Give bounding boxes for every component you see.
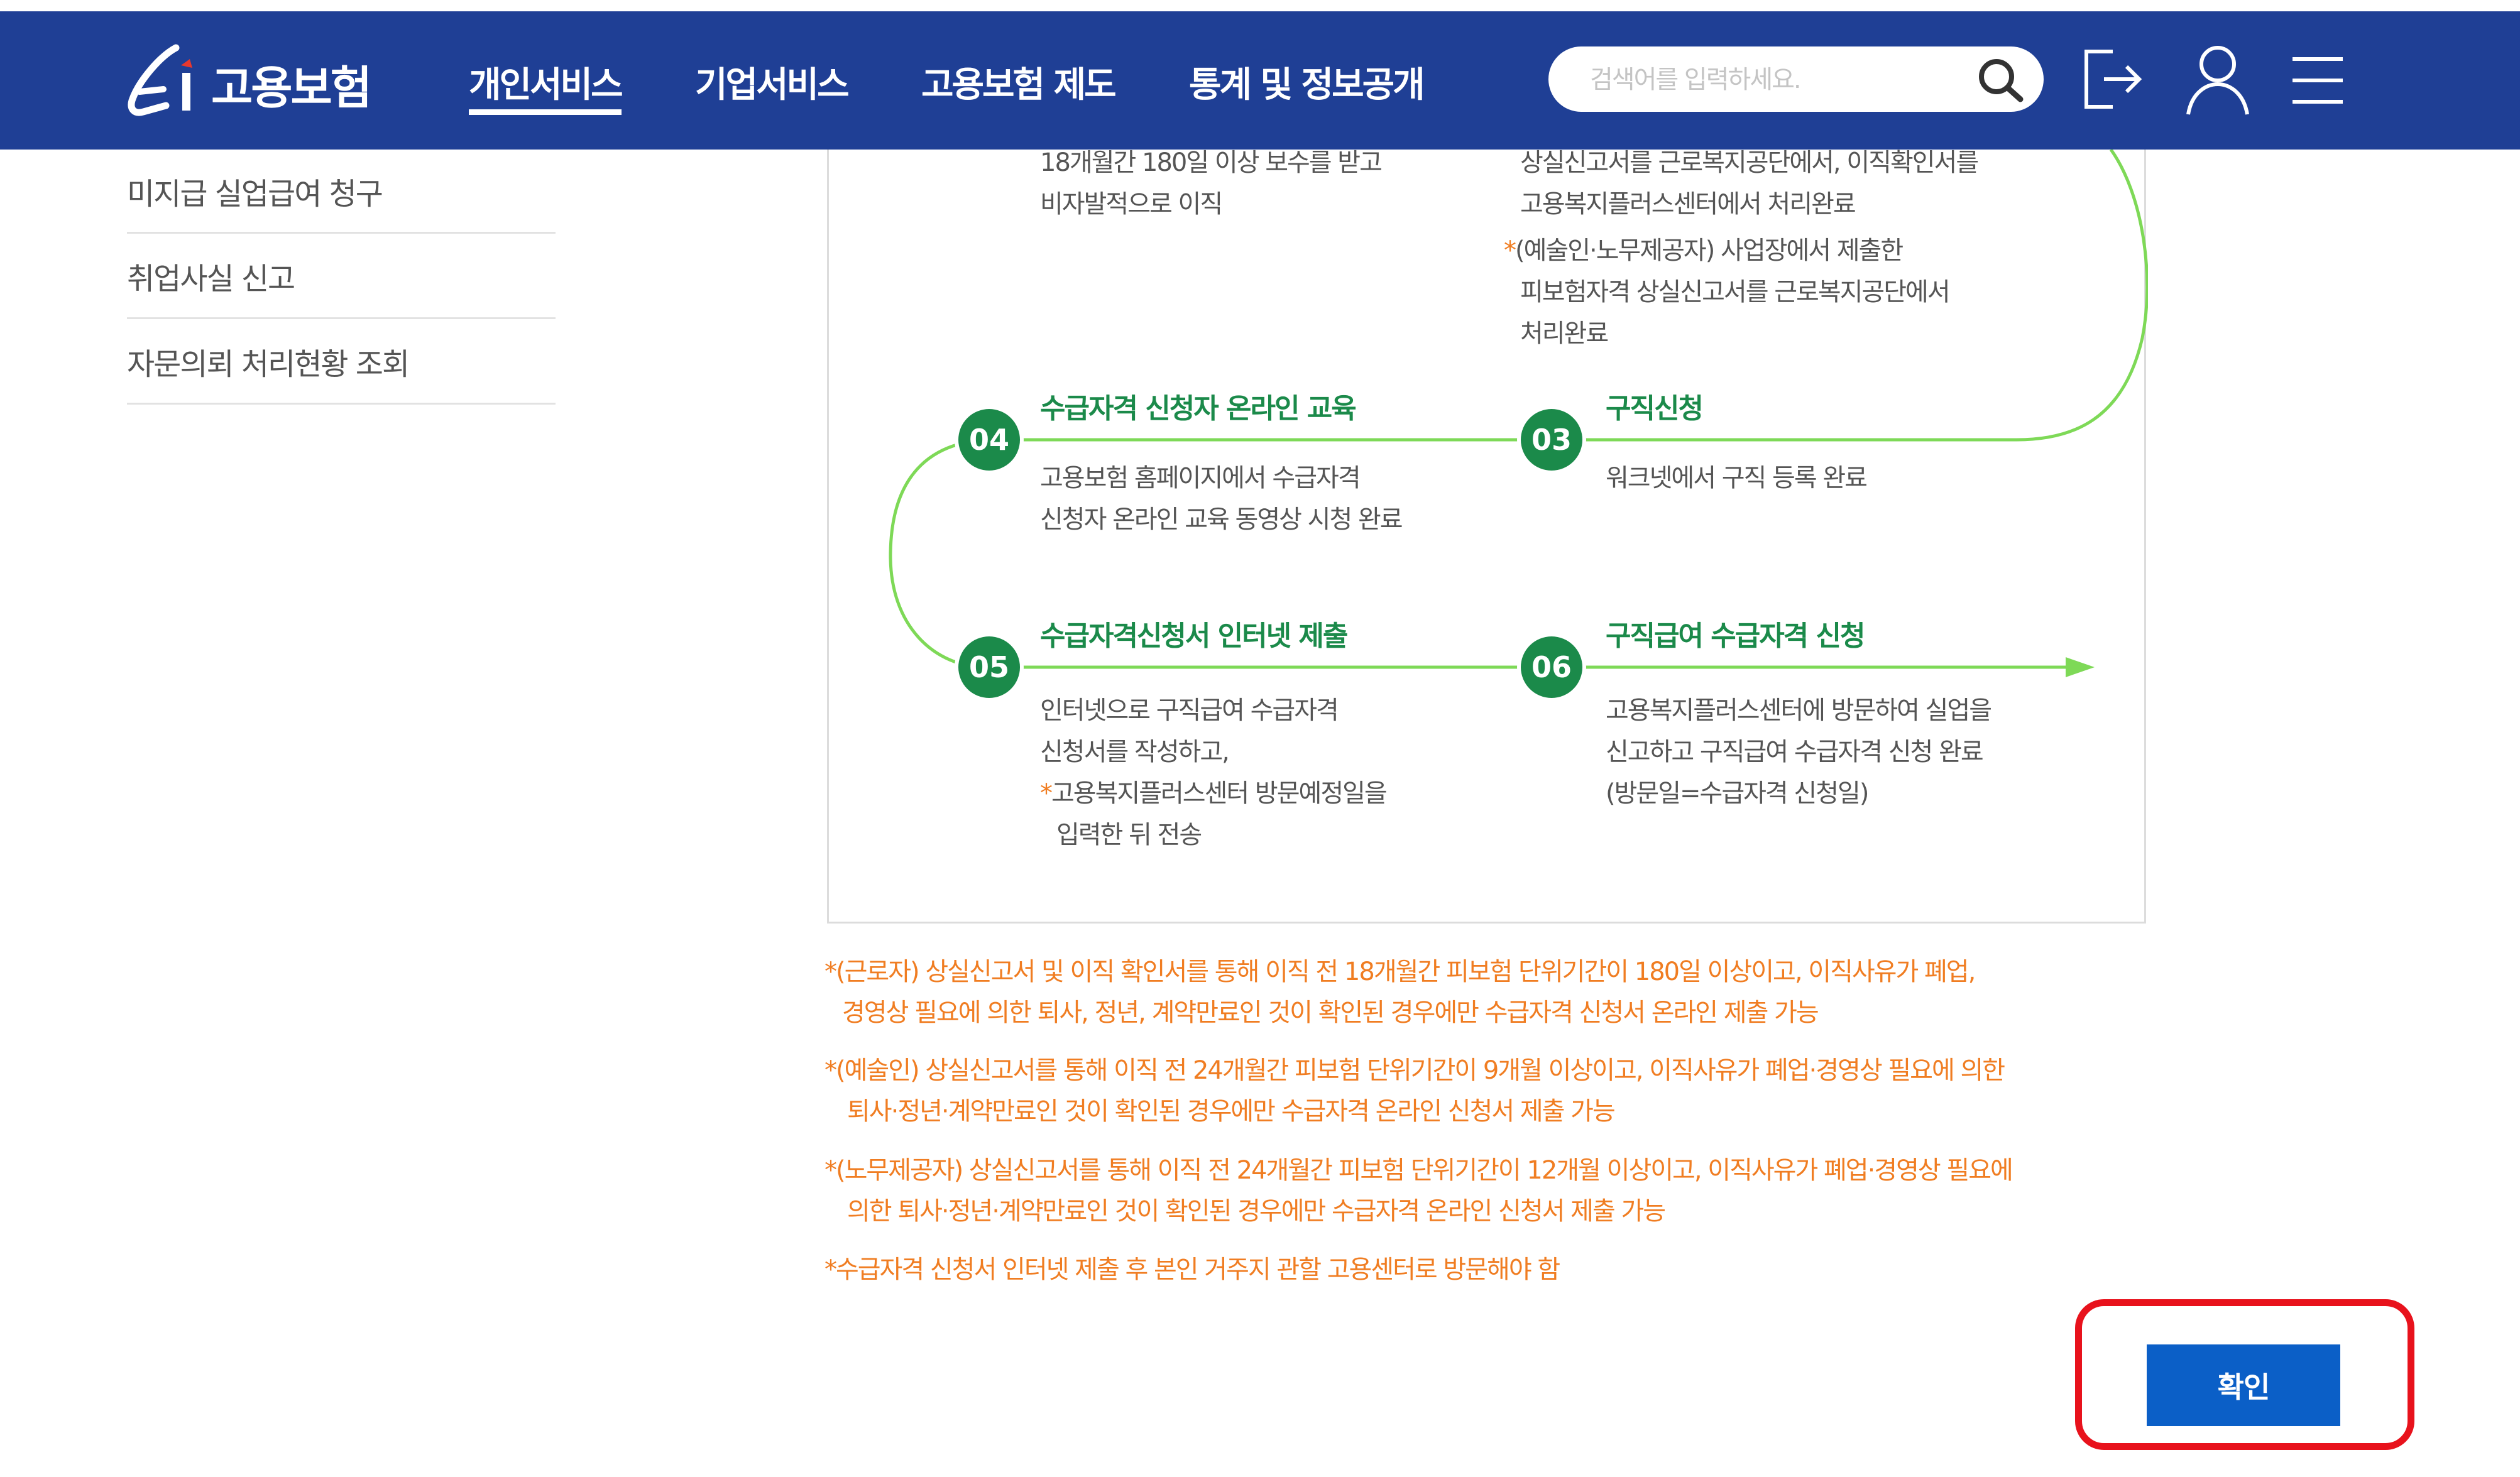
step-06-text-line3: (방문일=수급자격 신청일) (1606, 779, 1869, 808)
side-menu: 미지급 실업급여 청구 취업사실 신고 자문의뢰 처리현황 조회 (127, 150, 556, 405)
note-text-line1: (근로자) 상실신고서 및 이직 확인서를 통해 이직 전 18개월간 피보험 … (836, 957, 1976, 986)
logo-icon (128, 44, 192, 116)
step-05-title: 수급자격신청서 인터넷 제출 (1040, 620, 1348, 652)
note-text-line2: 의한 퇴사·정년·계약만료인 것이 확인된 경우에만 수급자격 온라인 신청서 … (847, 1197, 1666, 1226)
asterisk-icon: * (824, 1255, 837, 1284)
step-05-note-text1: 고용복지플러스센터 방문예정일을 (1051, 779, 1388, 808)
step-02b-note-line2: 피보험자격 상실신고서를 근로복지공단에서 (1520, 278, 1951, 307)
asterisk-icon: * (1040, 779, 1053, 808)
step-02-text-line1: 18개월간 180일 이상 보수를 받고 (1040, 148, 1383, 177)
step-04-number: 04 (958, 409, 1020, 471)
note-item: *수급자격 신청서 인터넷 제출 후 본인 거주지 관할 고용센터로 방문해야 … (824, 1250, 2157, 1290)
nav-insurance-system[interactable]: 고용보험 제도 (921, 57, 1117, 107)
site-logo[interactable]: 고용보험 (127, 43, 372, 124)
step-04-text-line1: 고용보험 홈페이지에서 수급자격 (1040, 464, 1361, 493)
step-05-number: 05 (958, 636, 1020, 698)
note-text-line1: 수급자격 신청서 인터넷 제출 후 본인 거주지 관할 고용센터로 방문해야 함 (836, 1255, 1560, 1284)
step-05-text-line1: 인터넷으로 구직급여 수급자격 (1040, 696, 1339, 725)
search-icon[interactable] (1975, 57, 2028, 106)
step-02-text-line2: 비자발적으로 이직 (1040, 190, 1223, 219)
top-navigation-bar: 고용보험 개인서비스 기업서비스 고용보험 제도 통계 및 정보공개 (0, 11, 2520, 150)
asterisk-icon: * (1504, 236, 1516, 265)
note-item: *(노무제공자) 상실신고서를 통해 이직 전 24개월간 피보험 단위기간이 … (824, 1150, 2157, 1232)
note-text-line2: 경영상 필요에 의한 퇴사, 정년, 계약만료인 것이 확인된 경우에만 수급자… (842, 998, 1819, 1027)
step-05-text-line2: 신청서를 작성하고, (1040, 738, 1230, 766)
note-text-line1: (예술인) 상실신고서를 통해 이직 전 24개월간 피보험 단위기간이 9개월… (836, 1056, 2005, 1085)
step-02b-note-text1: (예술인·노무제공자) 사업장에서 제출한 (1515, 236, 1904, 265)
note-item: *(예술인) 상실신고서를 통해 이직 전 24개월간 피보험 단위기간이 9개… (824, 1050, 2157, 1132)
sidebar-item-consultation-status[interactable]: 자문의뢰 처리현황 조회 (127, 319, 556, 405)
step-06-title: 구직급여 수급자격 신청 (1606, 620, 1865, 652)
step-06-text-line2: 신고하고 구직급여 수급자격 신청 완료 (1606, 738, 1984, 766)
search-box (1548, 46, 2044, 112)
sidebar-item-employment-report[interactable]: 취업사실 신고 (127, 234, 556, 319)
step-03-title: 구직신청 (1606, 393, 1704, 425)
step-02b-text-line2: 고용복지플러스센터에서 처리완료 (1520, 190, 1856, 219)
step-06-text-line1: 고용복지플러스센터에 방문하여 실업을 (1606, 696, 1992, 725)
process-diagram-panel: 18개월간 180일 이상 보수를 받고 비자발적으로 이직 상실신고서를 근로… (827, 148, 2148, 924)
step-02b-text-line1: 상실신고서를 근로복지공단에서, 이직확인서를 (1520, 148, 1979, 177)
note-item: *(근로자) 상실신고서 및 이직 확인서를 통해 이직 전 18개월간 피보험… (824, 952, 2157, 1033)
step-03-number: 03 (1521, 409, 1582, 471)
logout-icon[interactable] (2081, 46, 2144, 114)
step-02b-note-line3: 처리완료 (1520, 319, 1609, 348)
step-06-number: 06 (1521, 636, 1582, 698)
note-text-line1: (노무제공자) 상실신고서를 통해 이직 전 24개월간 피보험 단위기간이 1… (836, 1156, 2013, 1185)
menu-icon[interactable] (2291, 55, 2344, 108)
asterisk-icon: * (824, 1056, 837, 1085)
note-text-line2: 퇴사·정년·계약만료인 것이 확인된 경우에만 수급자격 온라인 신청서 제출 … (847, 1097, 1616, 1126)
asterisk-icon: * (824, 1156, 837, 1185)
step-05-note-line2: 입력한 뒤 전송 (1056, 820, 1202, 849)
nav-statistics-disclosure[interactable]: 통계 및 정보공개 (1189, 57, 1425, 107)
step-02b-note-line1: *(예술인·노무제공자) 사업장에서 제출한 (1504, 230, 1904, 271)
logo-text: 고용보험 (211, 61, 372, 114)
process-flow-line (889, 150, 2148, 677)
nav-business-services[interactable]: 기업서비스 (695, 57, 850, 107)
nav-personal-services[interactable]: 개인서비스 (469, 57, 623, 115)
search-input[interactable] (1589, 55, 1956, 104)
sidebar-item-unpaid-benefit-claim[interactable]: 미지급 실업급여 청구 (127, 150, 556, 234)
user-icon[interactable] (2183, 43, 2252, 119)
step-03-text-line1: 워크넷에서 구직 등록 완료 (1606, 464, 1868, 493)
step-04-title: 수급자격 신청자 온라인 교육 (1040, 393, 1357, 425)
step-05-note-line1: *고용복지플러스센터 방문예정일을 (1040, 773, 1388, 814)
step-04-text-line2: 신청자 온라인 교육 동영상 시청 완료 (1040, 505, 1403, 534)
confirm-button[interactable]: 확인 (2147, 1344, 2340, 1426)
asterisk-icon: * (824, 957, 837, 986)
